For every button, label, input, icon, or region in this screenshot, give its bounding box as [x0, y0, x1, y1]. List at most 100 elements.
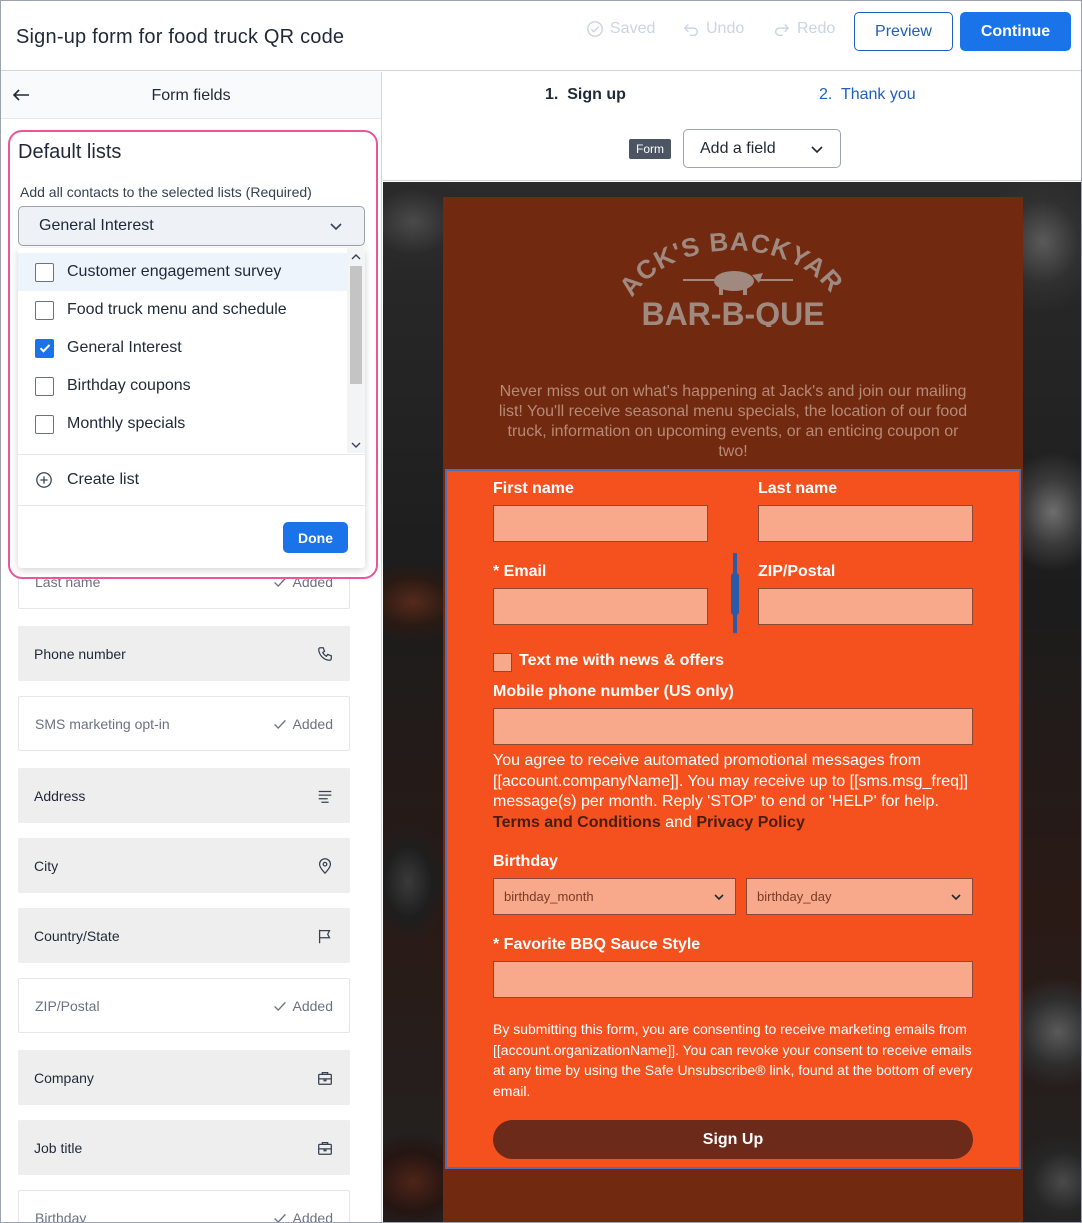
background-canvas: JACK'S BACKYARD BAR-B-QUE Never miss out…: [383, 182, 1081, 1222]
field-country-state[interactable]: Country/State: [18, 908, 350, 963]
check-icon: [39, 344, 50, 353]
column-resize-handle[interactable]: [731, 553, 739, 633]
default-lists-subtitle: Add all contacts to the selected lists (…: [20, 184, 312, 200]
undo-icon: [683, 23, 699, 37]
panel-header: Form fields: [1, 72, 381, 119]
zip-input[interactable]: [758, 588, 973, 625]
address-icon: [318, 790, 332, 803]
birthday-day-select[interactable]: birthday_day: [746, 878, 973, 915]
sms-checkbox[interactable]: [493, 653, 512, 672]
form-editor-app: Sign-up form for food truck QR code Save…: [0, 0, 1082, 1223]
list-option-general-interest[interactable]: General Interest: [18, 329, 347, 367]
undo-label: Undo: [706, 20, 745, 37]
zip-label: ZIP/Postal: [758, 563, 836, 580]
field-company[interactable]: Company: [18, 1050, 350, 1105]
step-sign-up[interactable]: 1. Sign up: [545, 86, 626, 104]
field-phone-number[interactable]: Phone number: [18, 626, 350, 681]
mobile-phone-input[interactable]: [493, 708, 973, 745]
add-field-label: Add a field: [700, 139, 776, 157]
sign-up-button[interactable]: Sign Up: [493, 1120, 973, 1159]
scrollbar-thumb[interactable]: [350, 266, 362, 384]
chevron-down-icon: [951, 893, 961, 900]
field-birthday[interactable]: Birthday Added: [18, 1190, 350, 1223]
plus-circle-icon: [36, 472, 52, 488]
saved-indicator: Saved: [586, 20, 655, 38]
form-tag: Form: [629, 139, 671, 159]
terms-link[interactable]: Terms and Conditions: [493, 814, 661, 831]
first-name-input[interactable]: [493, 505, 708, 542]
field-job-title[interactable]: Job title: [18, 1120, 350, 1175]
done-button[interactable]: Done: [283, 522, 348, 553]
checkbox[interactable]: [35, 300, 54, 320]
option-label: Birthday coupons: [67, 377, 191, 394]
field-city[interactable]: City: [18, 838, 350, 893]
logo-line2: BAR-B-QUE: [641, 296, 824, 327]
logo-line1: JACK'S BACKYARD: [443, 217, 849, 301]
field-sms-opt-in[interactable]: SMS marketing opt-in Added: [18, 696, 350, 751]
birthday-day-value: birthday_day: [757, 889, 832, 904]
email-label: * Email: [493, 563, 547, 580]
create-list-button[interactable]: Create list: [18, 454, 365, 506]
sms-disclaimer-text: You agree to receive automated promotion…: [493, 752, 968, 810]
privacy-link[interactable]: Privacy Policy: [696, 814, 805, 831]
field-zip-postal[interactable]: ZIP/Postal Added: [18, 978, 350, 1033]
list-option-monthly-specials[interactable]: Monthly specials: [18, 405, 347, 443]
flag-icon: [318, 929, 331, 943]
check-icon: [273, 1001, 286, 1011]
checkbox[interactable]: [35, 376, 54, 396]
top-header: Sign-up form for food truck QR code Save…: [1, 1, 1081, 71]
scroll-down-icon[interactable]: [351, 440, 361, 450]
birthday-month-select[interactable]: birthday_month: [493, 878, 736, 915]
briefcase-icon: [318, 1141, 332, 1155]
svg-text:JACK'S BACKYARD: JACK'S BACKYARD: [443, 217, 850, 301]
field-label: SMS marketing opt-in: [35, 715, 170, 732]
field-label: ZIP/Postal: [35, 997, 100, 1014]
field-status: Added: [292, 997, 333, 1014]
redo-button[interactable]: Redo: [773, 20, 835, 38]
list-option-food-truck-menu[interactable]: Food truck menu and schedule: [18, 291, 347, 329]
mobile-phone-label: Mobile phone number (US only): [493, 683, 734, 700]
undo-button[interactable]: Undo: [682, 20, 744, 38]
field-status: Added: [292, 715, 333, 732]
consent-text: By submitting this form, you are consent…: [493, 1021, 973, 1099]
chevron-down-icon: [330, 223, 342, 231]
checkbox-checked[interactable]: [35, 338, 54, 358]
last-name-input[interactable]: [758, 505, 973, 542]
bbq-sauce-input[interactable]: [493, 961, 973, 998]
and-text: and: [665, 813, 692, 831]
steps-bar: 1. Sign up 2. Thank you Form Add a field: [383, 72, 1081, 181]
field-address[interactable]: Address: [18, 768, 350, 823]
checkbox[interactable]: [35, 262, 54, 282]
lists-select[interactable]: General Interest: [18, 206, 365, 246]
birthday-month-value: birthday_month: [504, 889, 594, 904]
signup-form: First name Last name * Email ZIP/Postal …: [445, 469, 1021, 1169]
list-option-birthday-coupons[interactable]: Birthday coupons: [18, 367, 347, 405]
jacks-backyard-logo: JACK'S BACKYARD BAR-B-QUE: [443, 217, 850, 327]
scroll-up-icon[interactable]: [351, 252, 361, 262]
intro-text: Never miss out on what's happening at Ja…: [498, 383, 968, 460]
checkbox[interactable]: [35, 414, 54, 434]
first-name-label: First name: [493, 480, 574, 497]
list-option-customer-engagement[interactable]: Customer engagement survey: [18, 253, 347, 291]
bbq-sauce-label: * Favorite BBQ Sauce Style: [493, 936, 701, 953]
preview-button[interactable]: Preview: [854, 12, 953, 51]
check-icon: [273, 719, 286, 729]
field-label: Birthday: [35, 1209, 87, 1223]
scrollbar[interactable]: [347, 248, 365, 453]
continue-button[interactable]: Continue: [960, 12, 1071, 51]
field-label: Job title: [34, 1139, 83, 1156]
email-input[interactable]: [493, 588, 708, 625]
panel-title: Form fields: [151, 87, 231, 104]
resize-knob[interactable]: [731, 573, 739, 615]
step-thank-you[interactable]: 2. Thank you: [819, 86, 916, 104]
field-label: Country/State: [34, 927, 120, 944]
field-status: Added: [292, 1209, 333, 1223]
form-preview-area: 1. Sign up 2. Thank you Form Add a field…: [383, 72, 1081, 1222]
sms-disclaimer: You agree to receive automated promotion…: [493, 751, 977, 833]
page-title: Sign-up form for food truck QR code: [16, 26, 345, 48]
option-label: General Interest: [67, 339, 182, 356]
last-name-label: Last name: [758, 480, 838, 497]
field-label: City: [34, 857, 59, 874]
check-icon: [273, 1213, 286, 1222]
add-field-dropdown[interactable]: Add a field: [683, 129, 841, 168]
